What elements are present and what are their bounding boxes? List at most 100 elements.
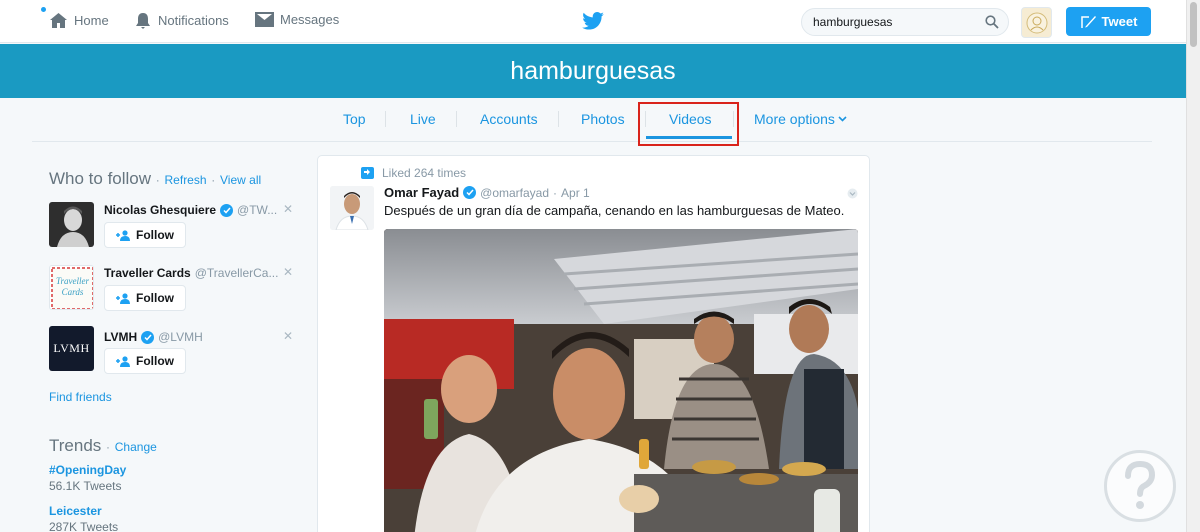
nav-notifications-label: Notifications — [158, 13, 229, 28]
search-tabs: Top Live Accounts Photos Videos More opt… — [0, 98, 1186, 142]
nav-notifications[interactable]: Notifications — [135, 12, 229, 29]
tweet-options-caret-icon[interactable] — [847, 188, 858, 199]
person-photo-icon — [49, 202, 94, 247]
verified-badge-icon — [463, 186, 477, 199]
videos-tab-highlight-box — [638, 102, 739, 146]
tab-more-options[interactable]: More options — [754, 111, 847, 127]
nav-messages-label: Messages — [280, 12, 340, 27]
trend-item-count: 287K Tweets — [49, 520, 119, 532]
who-to-follow-heading: Who to follow · Refresh · View all — [49, 169, 261, 189]
tab-accounts[interactable]: Accounts — [480, 111, 538, 127]
follow-name-row: Nicolas Ghesquiere @TW... — [104, 203, 277, 217]
change-trends-link[interactable]: Change — [115, 440, 157, 454]
separator-dot: · — [553, 185, 558, 200]
tweet-author-row: Omar Fayad @omarfayad · Apr 1 — [384, 185, 590, 200]
follow-suggestion: Traveller Cards Traveller Cards @Travell… — [49, 265, 294, 317]
avatar[interactable] — [330, 186, 374, 230]
liked-context-icon — [361, 167, 374, 179]
search-box[interactable] — [801, 8, 1009, 36]
traveller-cards-logo-text: Traveller Cards — [56, 276, 89, 297]
account-handle: @LVMH — [158, 330, 203, 344]
follow-button-label: Follow — [136, 354, 174, 368]
verified-badge-icon — [220, 203, 234, 217]
tweet-text: Después de un gran día de campaña, cenan… — [384, 203, 845, 218]
lvmh-logo-text: LVMH — [53, 341, 90, 355]
separator-dot: · — [211, 173, 216, 187]
account-name[interactable]: Traveller Cards — [104, 266, 191, 280]
verified-badge-icon — [141, 330, 155, 344]
add-user-icon — [116, 292, 130, 304]
follow-name-row: LVMH @LVMH — [104, 330, 203, 344]
tweet-card[interactable]: Liked 264 times Omar Fayad @omarfayad · … — [317, 155, 870, 532]
tab-divider — [558, 111, 559, 127]
trend-item-name[interactable]: Leicester — [49, 504, 102, 518]
twitter-bird-logo-icon[interactable] — [582, 12, 604, 30]
search-query-title: hamburguesas — [510, 56, 676, 85]
trends-title: Trends — [49, 436, 102, 455]
avatar[interactable] — [49, 202, 94, 247]
home-icon — [50, 13, 67, 28]
add-user-icon — [116, 229, 130, 241]
liked-count-text: Liked 264 times — [382, 166, 467, 180]
chevron-down-icon — [838, 116, 847, 122]
who-to-follow-title: Who to follow — [49, 169, 152, 188]
tab-photos[interactable]: Photos — [581, 111, 625, 127]
tweet-button[interactable]: Tweet — [1066, 7, 1151, 36]
site-watermark-logo — [1104, 450, 1176, 522]
dismiss-close-icon[interactable]: ✕ — [283, 265, 293, 279]
user-avatar[interactable] — [1021, 7, 1052, 38]
compose-quill-icon — [1080, 16, 1096, 28]
tweet-button-label: Tweet — [1101, 14, 1138, 29]
avatar[interactable]: LVMH — [49, 326, 94, 371]
tweet-media-photo[interactable] — [384, 229, 858, 532]
account-name[interactable]: Nicolas Ghesquiere — [104, 203, 216, 217]
nav-messages[interactable]: Messages — [255, 12, 339, 27]
tab-divider — [456, 111, 457, 127]
refresh-link[interactable]: Refresh — [165, 173, 207, 187]
avatar[interactable]: Traveller Cards — [49, 265, 94, 310]
nav-home[interactable]: Home — [49, 12, 109, 29]
search-icon[interactable] — [985, 15, 999, 29]
page-scrollbar[interactable] — [1186, 0, 1200, 532]
trend-item-name[interactable]: #OpeningDay — [49, 463, 126, 477]
tabs-divider-line — [32, 141, 1152, 142]
separator-dot: · — [106, 440, 111, 454]
tweet-author-name[interactable]: Omar Fayad — [384, 185, 459, 200]
scrollbar-thumb[interactable] — [1190, 2, 1197, 47]
nav-home-label: Home — [74, 13, 109, 28]
find-friends-link[interactable]: Find friends — [49, 390, 112, 404]
tab-live[interactable]: Live — [410, 111, 436, 127]
notifications-icon — [136, 13, 150, 29]
tab-divider — [385, 111, 386, 127]
liked-context-row: Liked 264 times — [361, 166, 466, 180]
tweet-author-handle[interactable]: @omarfayad — [480, 186, 549, 200]
trends-heading: Trends · Change — [49, 436, 157, 456]
messages-icon — [255, 12, 274, 27]
follow-suggestion: LVMH LVMH @LVMH ✕ Follow — [49, 326, 294, 378]
view-all-link[interactable]: View all — [220, 173, 261, 187]
separator-dot: · — [155, 173, 160, 187]
author-photo-icon — [330, 186, 374, 230]
follow-button[interactable]: Follow — [104, 348, 186, 374]
top-navigation-bar: Home Notifications Messages Tweet — [0, 0, 1186, 43]
follow-name-row: Traveller Cards @TravellerCa... — [104, 266, 278, 280]
tweet-date[interactable]: Apr 1 — [561, 186, 590, 200]
tab-top[interactable]: Top — [343, 111, 366, 127]
dismiss-close-icon[interactable]: ✕ — [283, 202, 293, 216]
follow-suggestion: Nicolas Ghesquiere @TW... ✕ Follow — [49, 202, 294, 254]
add-user-icon — [116, 355, 130, 367]
dismiss-close-icon[interactable]: ✕ — [283, 329, 293, 343]
home-notification-dot — [41, 7, 46, 12]
follow-button-label: Follow — [136, 228, 174, 242]
follow-button[interactable]: Follow — [104, 285, 186, 311]
follow-button[interactable]: Follow — [104, 222, 186, 248]
account-name[interactable]: LVMH — [104, 330, 137, 344]
search-header-banner: hamburguesas — [0, 44, 1186, 98]
question-mark-person-icon — [1125, 460, 1156, 509]
search-input[interactable] — [813, 15, 973, 29]
account-handle: @TW... — [237, 203, 278, 217]
trend-item-count: 56.1K Tweets — [49, 479, 122, 493]
burger-stand-photo — [384, 229, 858, 532]
account-handle: @TravellerCa... — [194, 266, 279, 280]
user-avatar-image-icon — [1026, 12, 1047, 33]
